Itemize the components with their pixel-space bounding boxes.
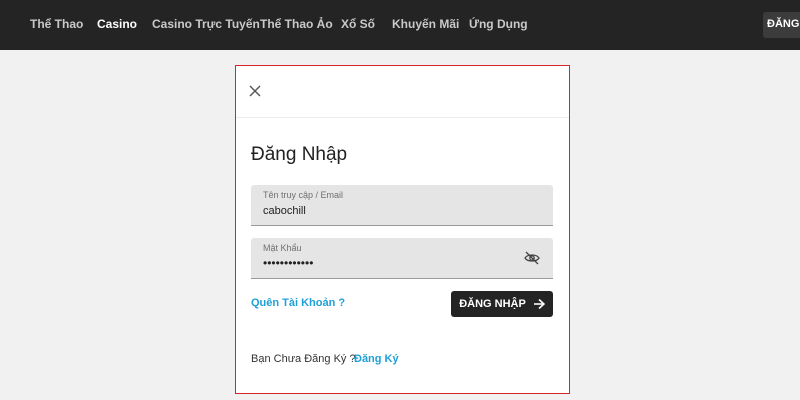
nav-item-casino-truc-tuyen[interactable]: Casino Trực Tuyến [152, 17, 260, 31]
password-field[interactable]: Mật Khẩu •••••••••••• [251, 238, 553, 279]
register-link[interactable]: Đăng Ký [354, 353, 399, 365]
forgot-account-link[interactable]: Quên Tài Khoản ? [251, 297, 345, 309]
top-navbar: Thể Thao Casino Casino Trực Tuyến Thể Th… [0, 0, 800, 50]
login-button-label: ĐĂNG NHẬP [459, 298, 526, 310]
no-account-text: Bạn Chưa Đăng Ký ? [251, 353, 356, 365]
register-button[interactable]: ĐĂNG KÝ [763, 12, 800, 38]
nav-item-the-thao-ao[interactable]: Thể Thao Ảo [260, 17, 333, 31]
password-input[interactable]: •••••••••••• [263, 256, 313, 270]
arrow-right-icon [533, 298, 545, 310]
eye-slash-icon[interactable] [523, 250, 541, 266]
username-input[interactable] [263, 205, 513, 217]
nav-item-the-thao[interactable]: Thể Thao [30, 17, 83, 31]
modal-title: Đăng Nhập [251, 144, 348, 165]
nav-item-ung-dung[interactable]: Ứng Dụng [469, 17, 528, 31]
username-label: Tên truy cập / Email [263, 190, 344, 200]
username-field[interactable]: Tên truy cập / Email [251, 185, 553, 226]
nav-item-khuyen-mai[interactable]: Khuyến Mãi [392, 17, 459, 31]
nav-item-xo-so[interactable]: Xổ Số [341, 17, 375, 31]
close-icon[interactable] [246, 82, 264, 100]
modal-header [236, 66, 569, 118]
password-label: Mật Khẩu [263, 243, 302, 253]
login-button[interactable]: ĐĂNG NHẬP [451, 291, 553, 317]
login-modal: Đăng Nhập Tên truy cập / Email Mật Khẩu … [235, 65, 570, 394]
nav-item-casino[interactable]: Casino [97, 17, 137, 31]
